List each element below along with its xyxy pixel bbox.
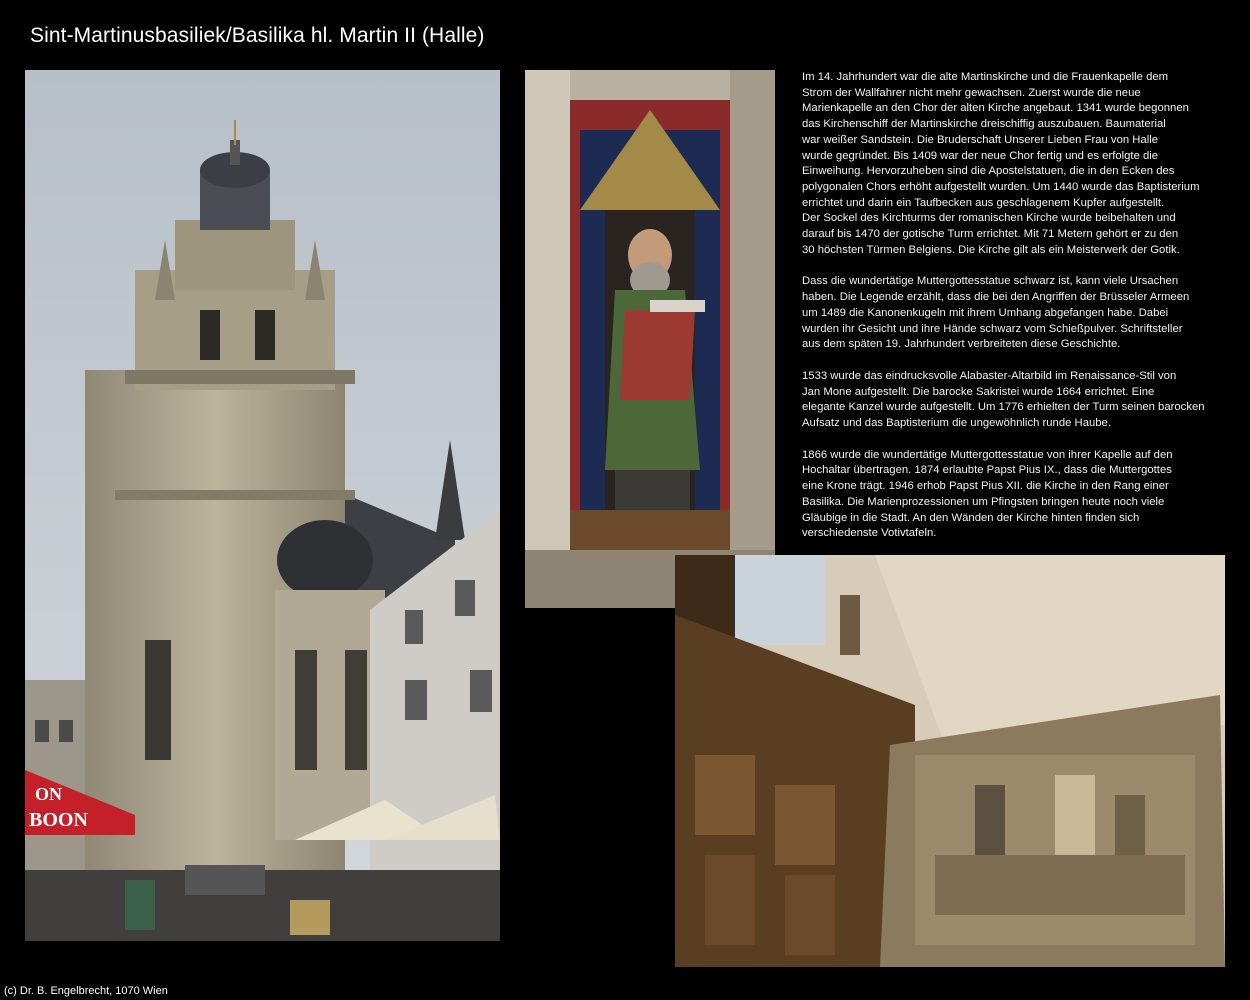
- paragraph: Im 14. Jahrhundert war die alte Martinsk…: [802, 71, 1200, 256]
- paragraph: 1533 wurde das eindrucksvolle Alabaster-…: [802, 369, 1205, 430]
- umbrella-text-2: BOON: [29, 809, 88, 831]
- interior-tapestry-photo: [675, 555, 1225, 967]
- paragraph: 1866 wurde die wundertätige Muttergottes…: [802, 448, 1173, 540]
- page-title: Sint-Martinusbasiliek/Basilika hl. Marti…: [30, 24, 485, 47]
- copyright-notice: (c) Dr. B. Engelbrecht, 1070 Wien: [4, 985, 168, 997]
- apostle-statue-photo: [525, 70, 775, 608]
- description-text: Im 14. Jahrhundert war die alte Martinsk…: [802, 70, 1240, 558]
- umbrella-text-1: ON: [35, 784, 62, 804]
- paragraph: Dass die wundertätige Muttergottesstatue…: [802, 275, 1190, 351]
- church-tower-photo: ON BOON: [25, 70, 500, 941]
